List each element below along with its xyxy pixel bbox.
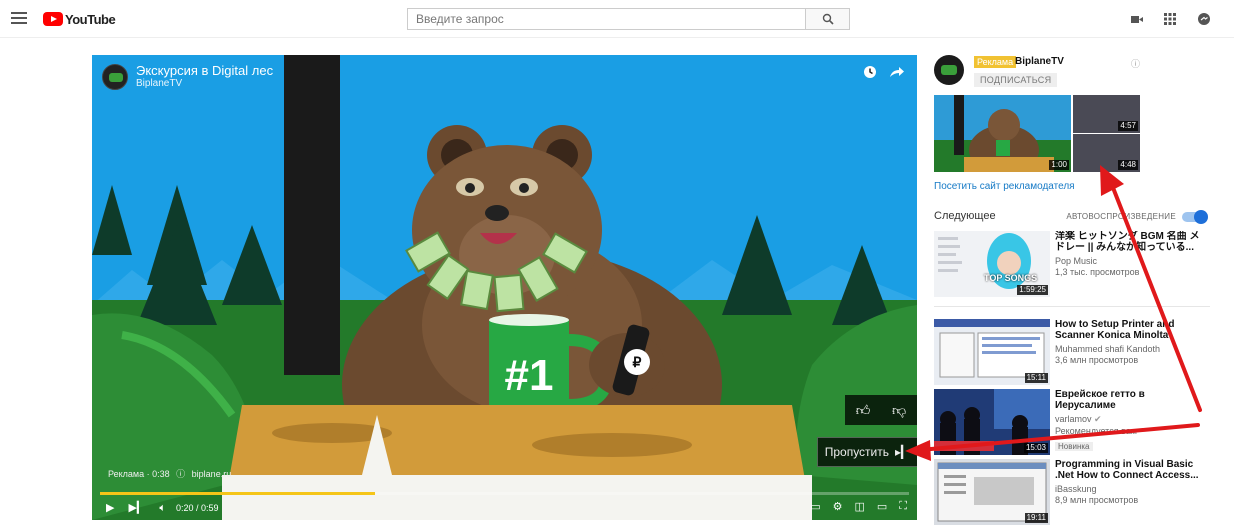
video-thumbnail[interactable]: 15:03 <box>934 389 1050 455</box>
list-item[interactable]: 19:11 Programming in Visual Basic .Net H… <box>934 459 1214 525</box>
advertiser-name[interactable]: BiplaneTV <box>1015 56 1064 67</box>
ad-video-thumbnail-3[interactable]: 4:48 <box>1073 134 1140 172</box>
top-bar: YouTube Введите запрос <box>0 0 1234 38</box>
video-channel[interactable]: Pop Music <box>1055 256 1205 266</box>
video-views: 3,6 млн просмотров <box>1055 355 1139 365</box>
player-controls: ▶ ▶▎ 🔈︎ 0:20 / 0:59 ▭ ⚙︎ ◫ ▭ ⛶ <box>92 495 917 520</box>
menu-icon[interactable] <box>11 12 27 26</box>
video-channel: varlamov ✔ <box>1055 414 1205 425</box>
ad-site-link[interactable]: biplane.ru <box>192 469 232 479</box>
player-top-actions <box>863 65 905 79</box>
youtube-page: { "header": { "logo_text": "YouTube", "s… <box>0 0 1234 529</box>
ad-label: Реклама · 0:38 <box>108 469 170 479</box>
next-icon[interactable]: ▶▎ <box>128 501 145 515</box>
svg-text:₽: ₽ <box>633 354 642 370</box>
info-icon[interactable]: ⓘ <box>176 469 185 479</box>
autoplay-label: АВТОВОСПРОИЗВЕДЕНИЕ <box>1066 212 1176 221</box>
play-icon[interactable]: ▶ <box>106 501 114 515</box>
list-item[interactable]: TOP SONGS 1:59:25 洋楽 ヒットソング BGM 名曲 メドレー … <box>934 231 1214 297</box>
youtube-logo[interactable]: YouTube <box>43 11 116 27</box>
video-title[interactable]: 洋楽 ヒットソング BGM 名曲 メドレー || みんなが知っている... <box>1055 231 1205 253</box>
video-title[interactable]: Еврейское гетто в Иерусалиме <box>1055 389 1205 411</box>
mug-label: #1 <box>505 351 554 400</box>
verified-icon: ✔ <box>1094 414 1102 424</box>
divider <box>934 306 1210 307</box>
duration: 4:48 <box>1118 160 1138 170</box>
list-item[interactable]: 15:03 Еврейское гетто в Иерусалиме varla… <box>934 389 1214 455</box>
video-header: Экскурсия в Digital лес BiplaneTV <box>102 63 273 90</box>
advertiser-avatar[interactable] <box>934 55 964 85</box>
autoplay-toggle[interactable] <box>1182 210 1208 224</box>
thumb-caption: TOP SONGS <box>984 273 1038 283</box>
fullscreen-icon[interactable]: ⛶ <box>899 500 907 513</box>
miniplayer-icon[interactable]: ◫ <box>854 500 864 513</box>
ad-video-frame: #1 ₽ <box>92 55 917 520</box>
duration: 15:11 <box>1024 373 1048 383</box>
apps-grid-icon[interactable] <box>1163 12 1177 26</box>
up-next-header: Следующее АВТОВОСПРОИЗВЕДЕНИЕ <box>934 210 1208 224</box>
watch-later-icon[interactable] <box>863 65 877 79</box>
duration: 15:03 <box>1023 443 1048 453</box>
search-icon <box>822 13 834 25</box>
upload-video-icon[interactable] <box>1130 12 1144 26</box>
youtube-play-icon <box>43 12 63 26</box>
up-next-label: Следующее <box>934 210 996 222</box>
share-icon[interactable] <box>889 65 905 79</box>
duration: 1:00 <box>1049 160 1069 170</box>
search-input[interactable]: Введите запрос <box>407 8 806 30</box>
settings-icon[interactable]: ⚙︎ <box>833 500 843 513</box>
channel-avatar[interactable] <box>102 63 128 90</box>
messages-icon[interactable] <box>1197 12 1211 26</box>
thumbs-down-icon[interactable]: 👎︎ <box>892 402 906 419</box>
video-thumbnail[interactable]: TOP SONGS 1:59:25 <box>934 231 1050 297</box>
ad-badge: Реклама <box>974 56 1017 68</box>
skip-next-icon: ▸▎ <box>895 445 911 459</box>
logo-text: YouTube <box>65 11 116 27</box>
video-player[interactable]: #1 ₽ Экскурсия в Digital лес BiplaneTV Р… <box>92 55 917 520</box>
duration: 19:11 <box>1024 513 1048 523</box>
thumbs-up-icon[interactable]: 👍︎ <box>856 402 871 419</box>
list-item[interactable]: 15:11 How to Setup Printer and Scanner K… <box>934 319 1214 385</box>
search-button[interactable] <box>805 8 850 30</box>
video-channel[interactable]: iBasskung <box>1055 484 1205 494</box>
time-display: 0:20 / 0:59 <box>176 502 219 513</box>
video-views: 8,9 млн просмотров <box>1055 495 1139 505</box>
visit-advertiser-link[interactable]: Посетить сайт рекламодателя <box>934 181 1075 192</box>
skip-ad-label: Пропустить <box>824 445 890 459</box>
ad-info: Реклама · 0:38 ⓘ biplane.ru <box>108 467 235 480</box>
rating-box: 👍︎ 👎︎ <box>845 395 917 425</box>
theater-mode-icon[interactable]: ▭ <box>877 500 887 513</box>
volume-icon[interactable]: 🔈︎ <box>159 501 166 515</box>
video-title[interactable]: How to Setup Printer and Scanner Konica … <box>1055 319 1205 341</box>
player-right-controls: ▭ ⚙︎ ◫ ▭ ⛶ <box>810 500 907 513</box>
video-thumbnail[interactable]: 15:11 <box>934 319 1050 385</box>
video-title[interactable]: Programming in Visual Basic .Net How to … <box>1055 459 1205 481</box>
new-badge: Новинка <box>1055 442 1093 451</box>
video-channel[interactable]: Muhammed shafi Kandoth <box>1055 344 1205 354</box>
video-channel[interactable]: BiplaneTV <box>136 78 273 90</box>
duration: 1:59:25 <box>1017 285 1048 295</box>
video-views: 1,3 тыс. просмотров <box>1055 267 1140 277</box>
subtitles-icon[interactable]: ▭ <box>810 500 820 513</box>
video-title[interactable]: Экскурсия в Digital лес <box>136 63 273 78</box>
ad-info-icon[interactable]: ⓘ <box>1131 57 1140 70</box>
skip-ad-button[interactable]: Пропустить ▸▎ <box>817 437 917 467</box>
subscribe-button[interactable]: ПОДПИСАТЬСЯ <box>974 73 1058 87</box>
video-thumbnail[interactable]: 19:11 <box>934 459 1050 525</box>
duration: 4:57 <box>1118 121 1138 131</box>
ad-video-thumbnail[interactable]: 1:00 <box>934 95 1071 172</box>
video-recommendation: Рекомендуется вам <box>1055 426 1137 436</box>
channel-name[interactable]: varlamov <box>1055 414 1092 424</box>
ad-video-thumbnail-2[interactable]: 4:57 <box>1073 95 1140 133</box>
